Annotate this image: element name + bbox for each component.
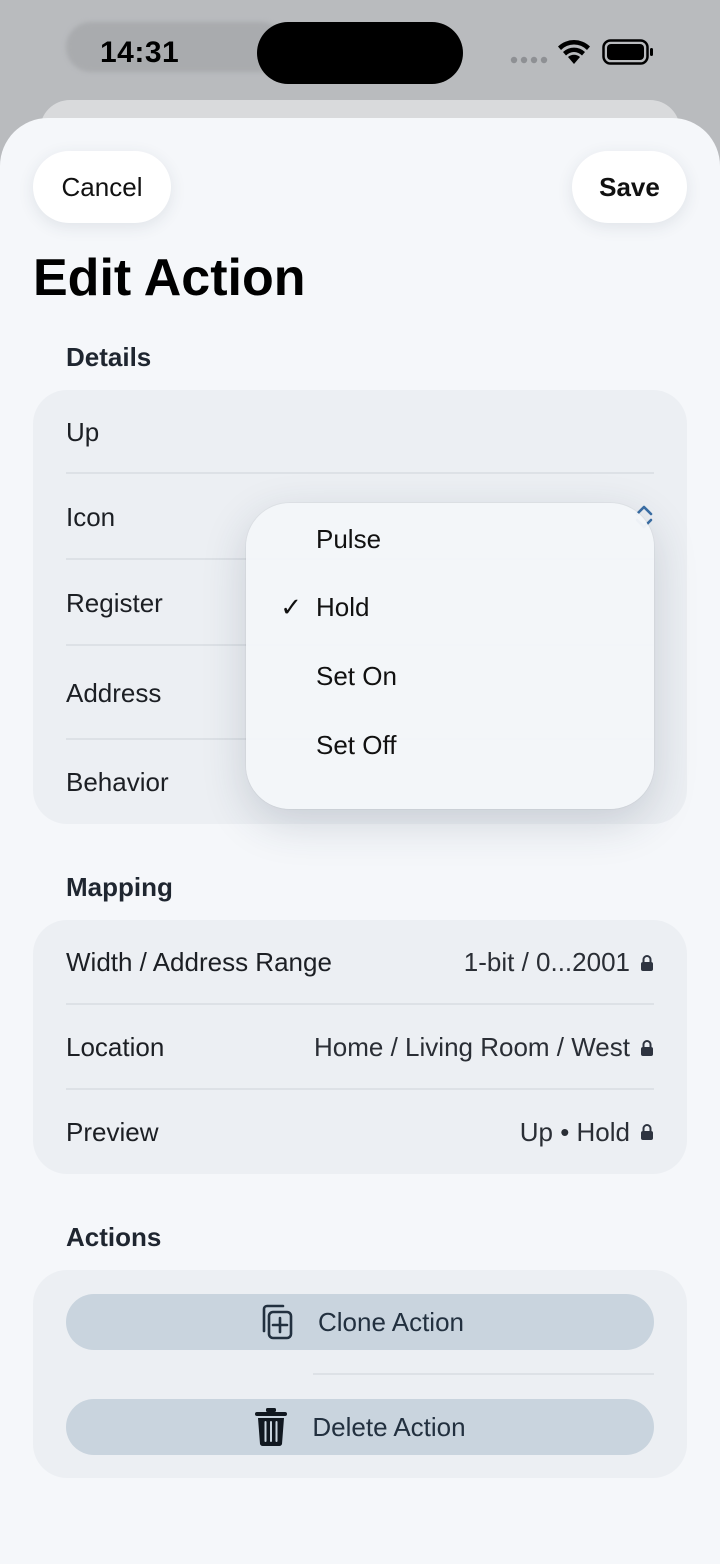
register-row-label: Register: [66, 587, 163, 618]
behavior-row-label: Behavior: [66, 766, 169, 797]
width-range-label: Width / Address Range: [66, 947, 332, 977]
delete-action-button[interactable]: Delete Action: [66, 1399, 654, 1455]
dynamic-island: [257, 22, 463, 84]
actions-divider: [313, 1373, 654, 1375]
width-range-row: Width / Address Range 1-bit / 0...2001: [66, 920, 654, 1005]
menu-item-hold[interactable]: ✓ Hold: [246, 573, 654, 641]
cancel-button[interactable]: Cancel: [33, 151, 171, 223]
behavior-dropdown-menu: Pulse ✓ Hold Set On Set Off: [246, 503, 654, 809]
clone-action-button[interactable]: Clone Action: [66, 1294, 654, 1350]
status-bar: 14:31: [0, 0, 720, 100]
preview-value: Up • Hold: [519, 1116, 630, 1147]
lock-icon: [641, 1039, 653, 1056]
delete-action-label: Delete Action: [312, 1411, 466, 1442]
battery-icon: [602, 39, 653, 65]
lock-icon: [641, 954, 653, 971]
menu-item-set-off[interactable]: Set Off: [246, 711, 654, 779]
width-range-value: 1-bit / 0...2001: [463, 947, 630, 977]
trash-icon: [255, 1408, 288, 1447]
location-row: Location Home / Living Room / West: [66, 1005, 654, 1090]
mapping-group: Width / Address Range 1-bit / 0...2001 L…: [33, 920, 687, 1174]
location-label: Location: [66, 1032, 165, 1062]
address-row-label: Address: [66, 677, 162, 708]
menu-item-set-on[interactable]: Set On: [246, 642, 654, 710]
edit-action-sheet: Cancel Save Edit Action Details Up Icon …: [0, 118, 720, 1564]
wifi-icon: [558, 40, 590, 64]
details-section-header: Details: [66, 342, 152, 372]
name-field-row[interactable]: Up: [66, 390, 654, 474]
page-title: Edit Action: [33, 249, 306, 307]
preview-row: Preview Up • Hold: [66, 1090, 654, 1174]
actions-section-header: Actions: [66, 1222, 162, 1252]
lock-icon: [641, 1124, 653, 1140]
actions-group: Clone Action Delete Action: [33, 1270, 687, 1478]
clone-action-label: Clone Action: [318, 1306, 464, 1337]
status-time: 14:31: [100, 36, 180, 69]
menu-item-pulse[interactable]: Pulse: [246, 505, 654, 573]
icon-row-label: Icon: [66, 501, 116, 532]
menu-item-label: Hold: [316, 591, 370, 622]
name-field-value[interactable]: Up: [66, 417, 99, 448]
mapping-section-header: Mapping: [66, 872, 173, 902]
cellular-signal-icon: [510, 56, 548, 64]
menu-item-label: Set On: [316, 660, 397, 691]
location-value: Home / Living Room / West: [314, 1032, 630, 1062]
checkmark-icon: ✓: [280, 591, 302, 622]
menu-item-label: Pulse: [316, 523, 382, 554]
clone-plus-icon: [262, 1304, 293, 1340]
preview-label: Preview: [66, 1116, 159, 1147]
menu-item-label: Set Off: [316, 729, 397, 760]
save-button[interactable]: Save: [572, 151, 687, 223]
